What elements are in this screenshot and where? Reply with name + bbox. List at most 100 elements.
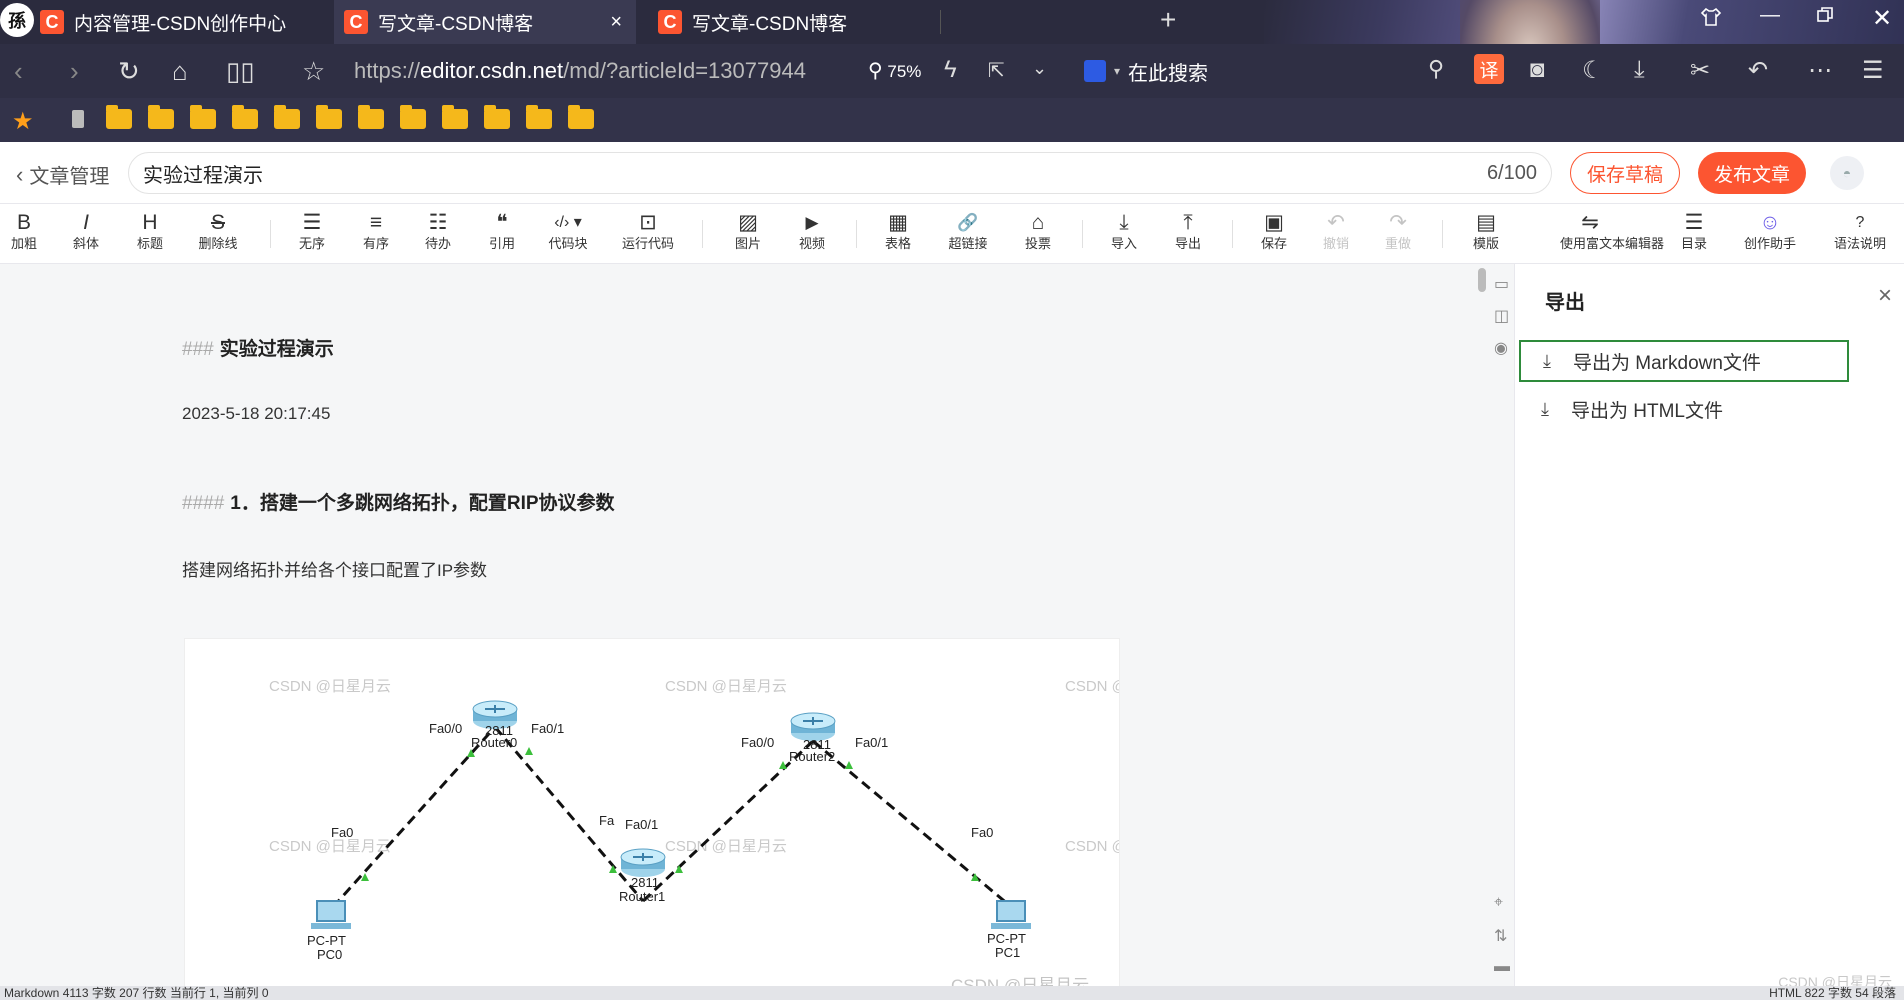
accelerate-icon[interactable]: ϟ xyxy=(944,56,957,84)
search-icon[interactable]: ⚲ xyxy=(1428,56,1444,82)
pc0-icon xyxy=(311,900,351,929)
strikethrough-button[interactable]: S 删除线 xyxy=(188,210,248,252)
quote-button[interactable]: ❝ 引用 xyxy=(472,210,532,252)
toc-button[interactable]: ☰ 目录 xyxy=(1664,210,1724,252)
bookmark-folder-icon[interactable] xyxy=(526,105,552,129)
fullscreen-icon[interactable]: ▬ xyxy=(1494,958,1510,976)
night-mode-icon[interactable]: ☾ xyxy=(1582,56,1604,85)
avatar[interactable]: ◓ xyxy=(1830,156,1864,190)
undo-button[interactable]: ↶ 撤销 xyxy=(1306,210,1366,252)
undo-close-icon[interactable]: ↶ xyxy=(1748,56,1768,85)
toolbar-label: 创作助手 xyxy=(1743,236,1796,251)
url-field[interactable]: https://editor.csdn.net/md/?articleId=13… xyxy=(354,58,834,84)
translate-icon[interactable]: 译 xyxy=(1474,54,1504,84)
bookmark-folder-icon[interactable] xyxy=(358,105,384,129)
toolbar-label: 导入 xyxy=(1110,236,1137,251)
bookmark-folder-icon[interactable] xyxy=(232,105,258,129)
new-tab-icon[interactable]: + xyxy=(1160,4,1176,36)
more-icon[interactable]: ⋯ xyxy=(1808,56,1832,85)
search-box[interactable]: ▾ 在此搜索 xyxy=(1084,55,1464,87)
writing-assistant-button[interactable]: ☺ 创作助手 xyxy=(1740,210,1800,252)
syntax-help-button[interactable]: ? 语法说明 xyxy=(1830,210,1890,252)
share-icon[interactable]: ⇱ xyxy=(988,58,1005,83)
panel-title: 导出 xyxy=(1545,292,1585,314)
search-engine-icon[interactable] xyxy=(1084,60,1106,82)
export-markdown-button[interactable]: ⤓ 导出为 Markdown文件 xyxy=(1519,340,1849,382)
editor-only-view-icon[interactable]: ▭ xyxy=(1494,274,1509,294)
watermark: CSDN @日星月云 xyxy=(665,838,787,855)
ordered-list-button[interactable]: ≡ 有序 xyxy=(346,210,406,252)
back-to-articles-link[interactable]: ‹ 文章管理 xyxy=(16,160,109,189)
video-button[interactable]: ▶ 视频 xyxy=(782,210,842,252)
unordered-list-button[interactable]: ☰ 无序 xyxy=(282,210,342,252)
back-icon[interactable]: ‹ xyxy=(14,56,23,86)
split-view-icon[interactable]: ◫ xyxy=(1494,306,1509,326)
run-code-button[interactable]: ⊡ 运行代码 xyxy=(618,210,678,252)
todo-list-button[interactable]: ☷ 待办 xyxy=(408,210,468,252)
restore-icon[interactable] xyxy=(1816,6,1834,30)
bookmark-folder-icon[interactable] xyxy=(568,105,594,129)
vote-button[interactable]: ⌂ 投票 xyxy=(1008,210,1068,252)
markdown-heading-3: ### 实验过程演示 xyxy=(182,334,334,361)
redo-button[interactable]: ↷ 重做 xyxy=(1368,210,1428,252)
image-button[interactable]: ▨ 图片 xyxy=(718,210,778,252)
italic-button[interactable]: I 斜体 xyxy=(56,210,116,252)
import-button[interactable]: ⤓ 导入 xyxy=(1094,210,1154,252)
extension-icon[interactable]: ◙ xyxy=(1530,56,1545,84)
preview-eye-icon[interactable]: ◉ xyxy=(1494,338,1508,358)
rich-text-editor-button[interactable]: ⇋ 使用富文本编辑器 xyxy=(1560,210,1664,252)
close-tab-icon[interactable]: × xyxy=(610,11,622,34)
menu-icon[interactable]: ☰ xyxy=(1862,56,1884,85)
tab-write-article-active[interactable]: C 写文章-CSDN博客 × xyxy=(334,0,636,44)
template-button[interactable]: ▤ 模版 xyxy=(1456,210,1516,252)
toolbar-label: 重做 xyxy=(1384,236,1411,251)
zoom-indicator[interactable]: ⚲ 75% xyxy=(868,58,921,83)
bookmark-folder-icon[interactable] xyxy=(316,105,342,129)
export-option-label: 导出为 Markdown文件 xyxy=(1573,352,1761,374)
home-icon[interactable]: ⌂ xyxy=(172,56,188,86)
reader-icon[interactable]: ▯▯ xyxy=(226,56,255,86)
bookmark-folder-icon[interactable] xyxy=(400,105,426,129)
publish-button[interactable]: 发布文章 xyxy=(1698,152,1806,194)
bookmark-folder-icon[interactable] xyxy=(148,105,174,129)
hyperlink-button[interactable]: 🔗 超链接 xyxy=(938,210,998,252)
favorites-star-icon[interactable]: ★ xyxy=(12,107,34,136)
chevron-down-icon[interactable]: ⌄ xyxy=(1032,58,1047,79)
bookmark-folder-icon[interactable] xyxy=(274,105,300,129)
editor-scrollbar[interactable] xyxy=(1478,268,1486,292)
engine-dropdown-icon[interactable]: ▾ xyxy=(1114,64,1120,78)
markdown-editor[interactable]: ### 实验过程演示 2023-5-18 20:17:45 #### 1．搭建一个多… xyxy=(0,264,1490,986)
bookmark-folder-icon[interactable] xyxy=(106,105,132,129)
save-draft-button[interactable]: 保存草稿 xyxy=(1570,152,1680,194)
bookmark-folder-icon[interactable] xyxy=(484,105,510,129)
close-window-icon[interactable]: ✕ xyxy=(1872,4,1892,33)
browser-logo[interactable]: 孫 xyxy=(0,3,34,37)
skin-shirt-icon[interactable] xyxy=(1700,6,1722,34)
screenshot-scissors-icon[interactable]: ✂ xyxy=(1690,56,1710,85)
locate-icon[interactable]: ⌖ xyxy=(1494,894,1503,912)
toolbar-label: 图片 xyxy=(734,236,761,251)
table-button[interactable]: ▦ 表格 xyxy=(868,210,928,252)
heading-button[interactable]: H 标题 xyxy=(120,210,180,252)
export-button[interactable]: ⤒ 导出 xyxy=(1158,210,1218,252)
tab-write-article[interactable]: C 写文章-CSDN博客 xyxy=(648,0,938,44)
close-icon[interactable]: × xyxy=(1878,282,1892,310)
bookmark-page-icon[interactable] xyxy=(72,110,84,128)
code-block-button[interactable]: ‹/› ▾ 代码块 xyxy=(538,210,598,252)
tab-content-manager[interactable]: C 内容管理-CSDN创作中心 xyxy=(40,0,330,44)
article-title-input[interactable]: 实验过程演示 6/100 xyxy=(128,152,1552,194)
save-button[interactable]: ▣ 保存 xyxy=(1244,210,1304,252)
bookmark-star-icon[interactable]: ☆ xyxy=(302,56,325,86)
ordered-list-icon: ≡ xyxy=(369,211,383,234)
bookmark-folder-icon[interactable] xyxy=(190,105,216,129)
download-icon[interactable]: ⤓ xyxy=(1634,56,1645,84)
network-topology-image: CSDN @日星月云 CSDN @日星月云 CSDN @ CSDN @日星月云 … xyxy=(184,638,1120,986)
refresh-icon[interactable]: ↻ xyxy=(118,56,140,86)
bold-button[interactable]: B 加粗 xyxy=(0,210,54,252)
minimize-icon[interactable]: — xyxy=(1760,4,1780,27)
sync-scroll-icon[interactable]: ⇅ xyxy=(1494,926,1507,946)
forward-icon[interactable]: › xyxy=(70,56,79,86)
zoom-icon: ⚲ xyxy=(868,60,883,82)
export-html-button[interactable]: ⤓ 导出为 HTML文件 xyxy=(1519,388,1849,430)
bookmark-folder-icon[interactable] xyxy=(442,105,468,129)
